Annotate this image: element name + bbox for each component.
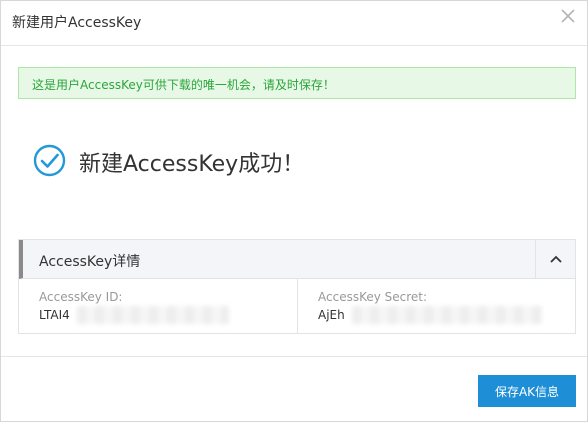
- close-icon[interactable]: [559, 7, 577, 25]
- details-panel-title: AccessKey详情: [39, 254, 141, 270]
- save-ak-info-button[interactable]: 保存AK信息: [478, 375, 576, 407]
- accesskey-secret-mask: [352, 306, 542, 324]
- accesskey-secret-value: AjEh: [318, 308, 345, 322]
- accesskey-id-mask: [77, 306, 229, 324]
- check-circle-icon: [33, 144, 66, 177]
- create-accesskey-dialog: 新建用户AccessKey 这是用户AccessKey可供下载的唯一机会，请及时…: [0, 0, 588, 422]
- details-panel-header: AccessKey详情: [19, 240, 575, 279]
- dialog-footer: 保存AK信息: [1, 356, 587, 422]
- success-message: 新建AccessKey成功！: [79, 152, 305, 177]
- accesskey-id-field: AccessKey ID: LTAI4: [19, 279, 298, 333]
- accesskey-details-panel: AccessKey详情 AccessKey ID: LTAI4 AccessKe…: [18, 239, 576, 334]
- details-panel-body: AccessKey ID: LTAI4 AccessKey Secret: Aj…: [19, 279, 575, 333]
- chevron-up-icon[interactable]: [535, 240, 575, 278]
- accesskey-id-value: LTAI4: [39, 308, 70, 322]
- accesskey-secret-label: AccessKey Secret:: [318, 290, 428, 304]
- notice-text: 这是用户AccessKey可供下载的唯一机会，请及时保存！: [32, 78, 335, 92]
- warning-notice: 这是用户AccessKey可供下载的唯一机会，请及时保存！: [18, 67, 576, 99]
- dialog-header: 新建用户AccessKey: [1, 1, 587, 46]
- accesskey-secret-field: AccessKey Secret: AjEh: [298, 279, 575, 333]
- accesskey-id-label: AccessKey ID:: [39, 290, 123, 304]
- dialog-title: 新建用户AccessKey: [12, 15, 142, 31]
